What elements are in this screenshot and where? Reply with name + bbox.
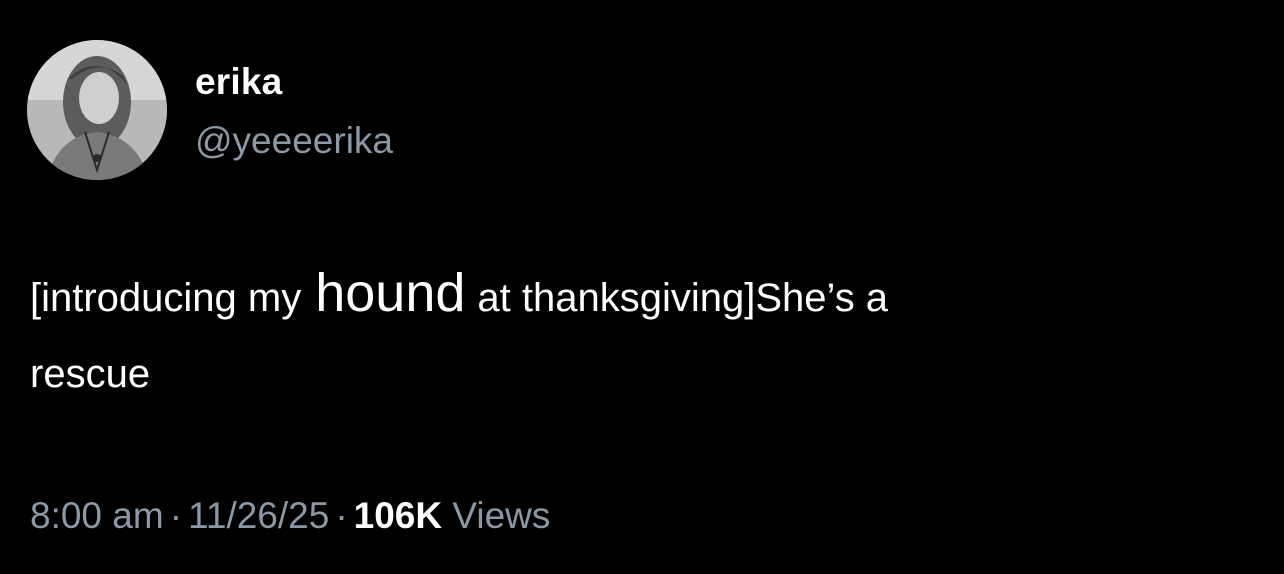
tweet-text-segment: at thanksgiving] (477, 276, 756, 320)
tweet-text-line-1: [introducing my hound at thanksgiving]She’… (30, 262, 888, 324)
tweet-text-segment: She’s a (755, 276, 889, 320)
tweet-time[interactable]: 8:00 am (30, 495, 164, 536)
user-handle[interactable]: @yeeeerika (195, 120, 393, 162)
tweet-meta: 8:00 am · 11/26/25 · 106K Views (30, 495, 550, 537)
profile-photo-icon (27, 40, 167, 180)
meta-separator: · (335, 495, 348, 536)
tweet-text-emphasis: hound (315, 263, 466, 323)
display-name[interactable]: erika (195, 61, 282, 103)
tweet-text-segment: [introducing my (30, 276, 302, 320)
tweet-date[interactable]: 11/26/25 (188, 495, 329, 536)
views-label: Views (452, 495, 551, 536)
avatar[interactable] (27, 40, 167, 180)
views-count: 106K (353, 495, 443, 536)
tweet-card: erika @yeeeerika [introducing my hound at … (0, 0, 1284, 574)
meta-separator: · (169, 495, 183, 536)
tweet-text-line-2: rescue (30, 352, 151, 396)
